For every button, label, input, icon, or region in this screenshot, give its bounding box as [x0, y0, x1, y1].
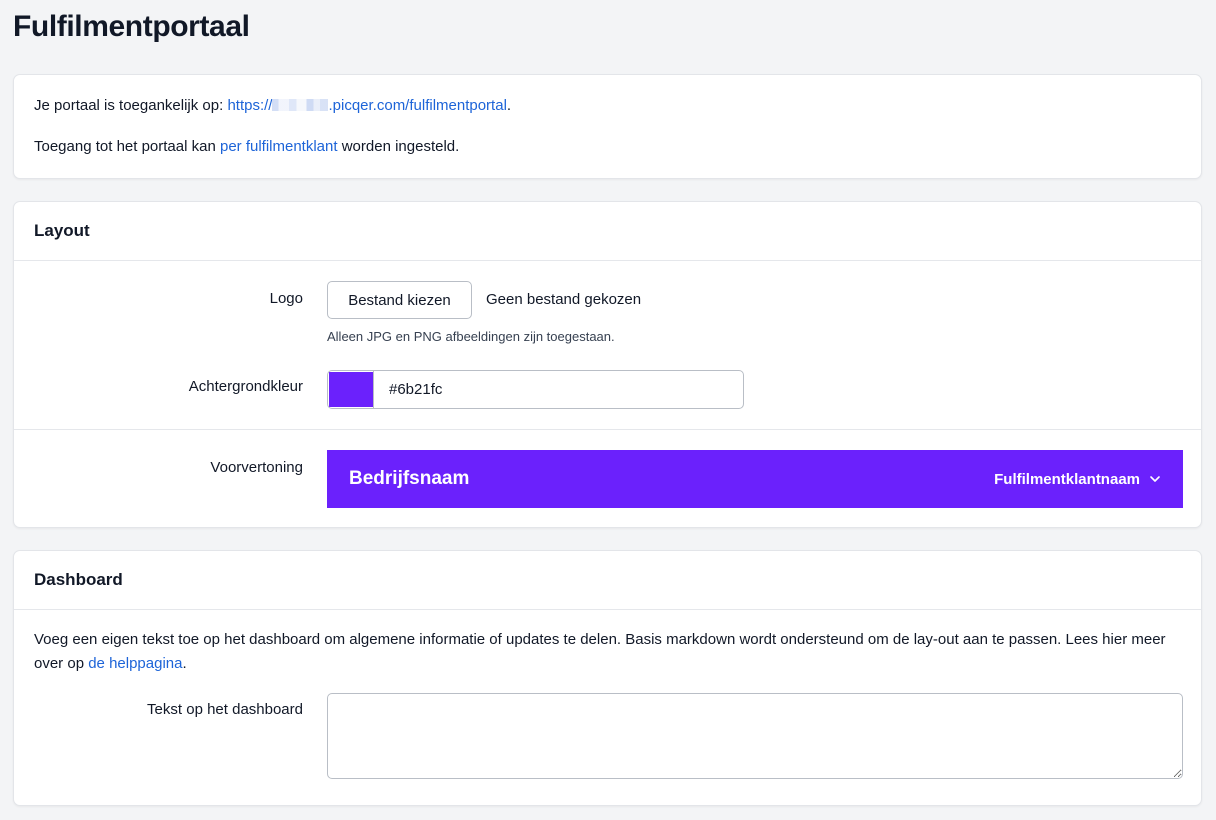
portal-url-prefix: Je portaal is toegankelijk op:: [34, 97, 224, 114]
redacted-subdomain: [272, 99, 329, 111]
portal-url-link[interactable]: https:// .picqer.com/fulfilmentportal: [227, 97, 506, 114]
dashboard-card: Dashboard Voeg een eigen tekst toe op he…: [13, 550, 1202, 806]
preview-client-name: Fulfilmentklantnaam: [994, 470, 1140, 488]
portal-url-line: Je portaal is toegankelijk op: https://.…: [34, 95, 1201, 117]
help-page-link[interactable]: de helppagina: [88, 655, 182, 672]
background-color-input[interactable]: [374, 371, 743, 408]
file-status: Geen bestand gekozen: [486, 291, 642, 308]
background-color-label: Achtergrondkleur: [188, 378, 303, 395]
dashboard-header: Dashboard: [14, 551, 1201, 610]
page-title: Fulfilmentportaal: [13, 10, 250, 43]
portal-url-start: https://: [227, 97, 273, 114]
color-swatch-fill: [329, 372, 373, 407]
dashboard-text-input[interactable]: [327, 693, 1183, 779]
portal-access-prefix: Toegang tot het portaal kan: [34, 138, 216, 155]
logo-help-text: Alleen JPG en PNG afbeeldingen zijn toeg…: [327, 329, 615, 344]
preview-header-bar: Bedrijfsnaam Fulfilmentklantnaam: [327, 450, 1183, 508]
section-divider: [14, 429, 1201, 430]
layout-card: Layout Logo Bestand kiezen Geen bestand …: [13, 201, 1202, 528]
background-color-field: [327, 370, 744, 409]
chevron-down-icon: [1149, 473, 1161, 485]
dashboard-description: Voeg een eigen tekst toe op het dashboar…: [34, 628, 1184, 676]
portal-url-end: .picqer.com/fulfilmentportal: [328, 97, 507, 114]
portal-info-card: Je portaal is toegankelijk op: https://.…: [13, 74, 1202, 179]
dashboard-description-text: Voeg een eigen tekst toe op het dashboar…: [34, 631, 1166, 672]
portal-access-line: Toegang tot het portaal kan per fulfilme…: [34, 136, 1201, 158]
dashboard-description-suffix: .: [182, 655, 187, 672]
layout-header: Layout: [14, 202, 1201, 261]
preview-label: Voorvertoning: [210, 459, 303, 476]
logo-label: Logo: [269, 290, 303, 307]
choose-file-button[interactable]: Bestand kiezen: [327, 281, 472, 319]
portal-url-suffix: .: [506, 97, 512, 114]
dashboard-text-label: Tekst op het dashboard: [147, 701, 303, 718]
portal-access-suffix: worden ingesteld.: [341, 138, 460, 155]
per-customer-link[interactable]: per fulfilmentklant: [220, 138, 338, 155]
color-picker-swatch[interactable]: [328, 371, 374, 408]
preview-company-name: Bedrijfsnaam: [349, 468, 470, 489]
preview-client-menu: Fulfilmentklantnaam: [994, 471, 1161, 488]
